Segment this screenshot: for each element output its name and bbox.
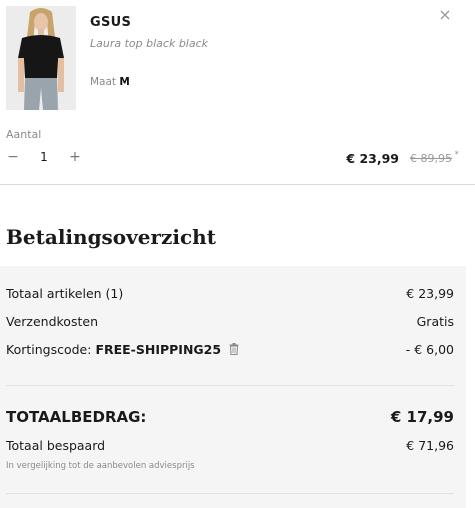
quantity-label: Aantal [6,128,42,141]
cart-item: GSUS Laura top black black Maat M × Aant… [0,0,475,185]
discount-code: FREE-SHIPPING25 [95,342,222,357]
grand-total-value: € 17,99 [390,408,454,426]
discount-row: Kortingscode: FREE-SHIPPING25 - € 6,00 [6,342,454,357]
grand-total-label: TOTAALBEDRAG: [6,408,147,426]
discount-value: - € 6,00 [405,342,454,357]
trash-icon[interactable] [229,343,239,355]
total-saved-value: € 71,96 [406,438,454,453]
size-label: Maat [90,76,117,88]
price-footnote-marker: * [454,150,460,160]
product-size: Maat M [90,76,130,88]
total-saved-row: Totaal bespaard € 71,96 [6,438,454,453]
product-photo [6,6,76,110]
items-total-value: € 23,99 [406,286,454,301]
shipping-value: Gratis [416,314,454,329]
items-total-label: Totaal artikelen (1) [6,286,124,301]
increase-quantity-button[interactable]: + [68,149,82,165]
decrease-quantity-button[interactable]: − [6,149,20,165]
product-name[interactable]: Laura top black black [90,37,208,50]
savings-note: In vergelijking tot de aanbevolen advies… [6,461,195,471]
current-price: € 23,99 [346,151,399,166]
discount-label: Kortingscode: [6,342,96,357]
shipping-label: Verzendkosten [6,314,98,329]
size-value: M [119,76,130,88]
quantity-value[interactable]: 1 [35,150,53,164]
product-brand: GSUS [90,15,132,30]
summary-bottom-divider [6,493,454,494]
items-total-row: Totaal artikelen (1) € 23,99 [6,286,454,301]
shipping-row: Verzendkosten Gratis [6,314,454,329]
summary-divider [6,385,454,386]
product-image[interactable] [6,6,76,110]
close-icon[interactable]: × [436,6,454,24]
payment-overview-title: Betalingsoverzicht [6,225,216,249]
grand-total-row: TOTAALBEDRAG: € 17,99 [6,408,454,426]
payment-summary: Totaal artikelen (1) € 23,99 Verzendkost… [0,266,466,508]
original-price: € 89,95 [410,152,452,165]
total-saved-label: Totaal bespaard [6,438,106,453]
